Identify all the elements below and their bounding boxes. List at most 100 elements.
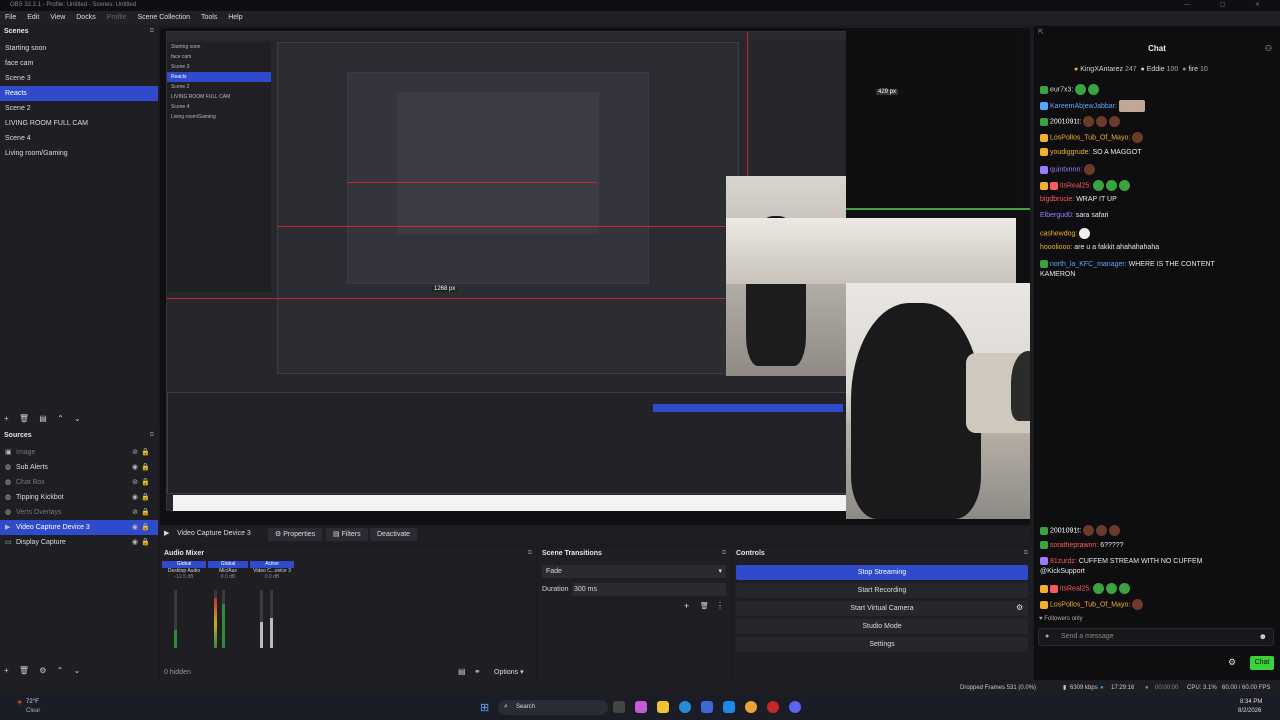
start-virtual-camera-button[interactable]: Start Virtual Camera xyxy=(736,601,1028,616)
scene-item-selected[interactable]: Reacts xyxy=(0,86,158,101)
discord-icon[interactable] xyxy=(789,701,801,713)
monitor-icon: ▭ xyxy=(5,539,12,546)
deactivate-button[interactable]: Deactivate xyxy=(370,528,418,541)
store-icon[interactable] xyxy=(701,701,713,713)
menu-docks[interactable]: Docks xyxy=(76,14,95,21)
mixer-options-button[interactable]: Options ▾ xyxy=(494,668,524,676)
visibility-off-icon[interactable]: ⊘ xyxy=(132,475,138,490)
gifter-count: 247 xyxy=(1124,66,1137,73)
chat-popout-icon[interactable]: ⇱ xyxy=(1038,28,1044,36)
filters-button[interactable]: ▤ Filters xyxy=(326,528,368,541)
move-down-icon[interactable]: ⌄ xyxy=(74,666,81,675)
weather-temp: 72°F xyxy=(26,699,39,705)
menu-help[interactable]: Help xyxy=(228,14,242,21)
window-controls[interactable]: — ▢ ✕ xyxy=(1184,0,1274,11)
emote-icon xyxy=(1093,180,1105,191)
scene-item[interactable]: Starting soon xyxy=(0,41,158,56)
scene-item[interactable]: Living room/Gaming xyxy=(0,146,158,161)
lock-icon[interactable]: 🔒 xyxy=(141,535,150,550)
scene-item[interactable]: LIVING ROOM FULL CAM xyxy=(0,116,158,131)
move-up-icon[interactable]: ⌃ xyxy=(57,666,64,675)
stop-streaming-button[interactable]: Stop Streaming xyxy=(736,565,1028,580)
studio-mode-button[interactable]: Studio Mode xyxy=(736,619,1028,634)
remove-scene-icon[interactable]: 🗑 xyxy=(19,414,29,423)
task-view-icon[interactable] xyxy=(613,701,625,713)
add-source-icon[interactable]: + xyxy=(4,666,9,675)
move-up-icon[interactable]: ⌃ xyxy=(57,414,64,423)
lock-icon[interactable]: 🔒 xyxy=(141,445,150,460)
visibility-off-icon[interactable]: ⊘ xyxy=(132,505,138,520)
menu-profile[interactable]: Profile xyxy=(107,14,127,21)
lock-icon[interactable]: 🔒 xyxy=(141,460,150,475)
source-item-selected[interactable]: ▶ Video Capture Device 3 ◉ 🔒 xyxy=(0,520,158,535)
scene-item[interactable]: Scene 2 xyxy=(0,101,158,116)
visibility-on-icon[interactable]: ◉ xyxy=(132,490,138,505)
edge-icon[interactable] xyxy=(679,701,691,713)
chat-message: soratheprawnn: 6????? xyxy=(1040,541,1124,549)
gear-icon[interactable]: ⚙ xyxy=(1228,657,1236,668)
search-icon: ⌕ xyxy=(504,703,508,710)
dock-float-icon[interactable]: ⧉ xyxy=(150,26,154,37)
hidden-count: 0 hidden xyxy=(164,669,191,676)
preview-canvas[interactable]: Starting soon face cam Scene 3 Reacts Sc… xyxy=(160,28,1030,525)
more-icon[interactable]: ⋮ xyxy=(716,601,724,610)
menu-scene-collection[interactable]: Scene Collection xyxy=(137,14,190,21)
chrome-icon[interactable] xyxy=(745,701,757,713)
source-properties-icon[interactable]: ⚙ xyxy=(39,666,46,675)
visibility-on-icon[interactable]: ◉ xyxy=(132,460,138,475)
chat-input[interactable]: ● Send a message ☻ xyxy=(1038,628,1274,646)
scene-item[interactable]: face cam xyxy=(0,56,158,71)
scenes-title: Scenes xyxy=(4,28,29,35)
lock-icon[interactable]: 🔒 xyxy=(141,490,150,505)
move-down-icon[interactable]: ⌄ xyxy=(74,414,81,423)
app-icon[interactable] xyxy=(723,701,735,713)
add-transition-icon[interactable]: + xyxy=(684,601,689,611)
windows-start-icon[interactable]: ⊞ xyxy=(480,701,489,714)
copilot-icon[interactable] xyxy=(635,701,647,713)
virtual-camera-settings-icon[interactable]: ⚙ xyxy=(1016,603,1023,612)
transition-select[interactable]: Fade ▾ xyxy=(542,565,726,578)
visibility-on-icon[interactable]: ◉ xyxy=(132,535,138,550)
dock-float-icon[interactable]: ⧉ xyxy=(1024,548,1028,559)
duration-input[interactable]: 300 ms xyxy=(572,583,726,596)
menu-view[interactable]: View xyxy=(50,14,65,21)
source-item[interactable]: ◍ Sub Alerts ◉ 🔒 xyxy=(0,460,158,475)
visibility-off-icon[interactable]: ⊘ xyxy=(132,445,138,460)
remove-transition-icon[interactable]: 🗑 xyxy=(700,602,709,610)
visibility-on-icon[interactable]: ◉ xyxy=(132,520,138,535)
link-icon[interactable]: ⚭ xyxy=(474,667,481,676)
settings-button[interactable]: Settings xyxy=(736,637,1028,652)
source-item[interactable]: ◍ Tipping Kickbot ◉ 🔒 xyxy=(0,490,158,505)
start-recording-button[interactable]: Start Recording xyxy=(736,583,1028,598)
lock-icon[interactable]: 🔒 xyxy=(141,475,150,490)
dropped-frames: Dropped Frames 531 (0.0%) xyxy=(960,685,1037,691)
mixer-layout-icon[interactable]: ▤ xyxy=(458,667,466,676)
source-item[interactable]: ▣ Image ⊘ 🔒 xyxy=(0,445,158,460)
obs-icon[interactable] xyxy=(767,701,779,713)
menu-file[interactable]: File xyxy=(5,14,16,21)
add-scene-icon[interactable]: + xyxy=(4,414,9,423)
lock-icon[interactable]: 🔒 xyxy=(141,505,150,520)
dock-float-icon[interactable]: ⧉ xyxy=(150,430,154,441)
chat-settings-icon: ● xyxy=(1045,633,1050,640)
users-icon[interactable]: ⚇ xyxy=(1265,44,1272,53)
source-item[interactable]: ◍ Chat Box ⊘ 🔒 xyxy=(0,475,158,490)
emoji-icon[interactable]: ☻ xyxy=(1259,632,1267,641)
search-label: Search xyxy=(516,704,536,710)
chat-send-button[interactable]: Chat xyxy=(1250,656,1274,670)
window-title-bar: OBS 32.2.1 - Profile: Untitled - Scenes:… xyxy=(0,0,1280,11)
properties-button[interactable]: ⚙ Properties xyxy=(268,528,323,541)
source-item[interactable]: ◍ Verts Overlays ⊘ 🔒 xyxy=(0,505,158,520)
filter-icon[interactable]: ▤ xyxy=(39,414,47,423)
file-explorer-icon[interactable] xyxy=(657,701,669,713)
menu-edit[interactable]: Edit xyxy=(27,14,39,21)
taskbar-search[interactable]: ⌕ Search xyxy=(498,700,608,715)
lock-icon[interactable]: 🔒 xyxy=(141,520,150,535)
remove-source-icon[interactable]: 🗑 xyxy=(19,666,29,675)
dock-float-icon[interactable]: ⧉ xyxy=(722,548,726,559)
dock-float-icon[interactable]: ⧉ xyxy=(528,548,532,559)
menu-tools[interactable]: Tools xyxy=(201,14,217,21)
scene-item[interactable]: Scene 4 xyxy=(0,131,158,146)
scene-item[interactable]: Scene 3 xyxy=(0,71,158,86)
source-item[interactable]: ▭ Display Capture ◉ 🔒 xyxy=(0,535,158,550)
